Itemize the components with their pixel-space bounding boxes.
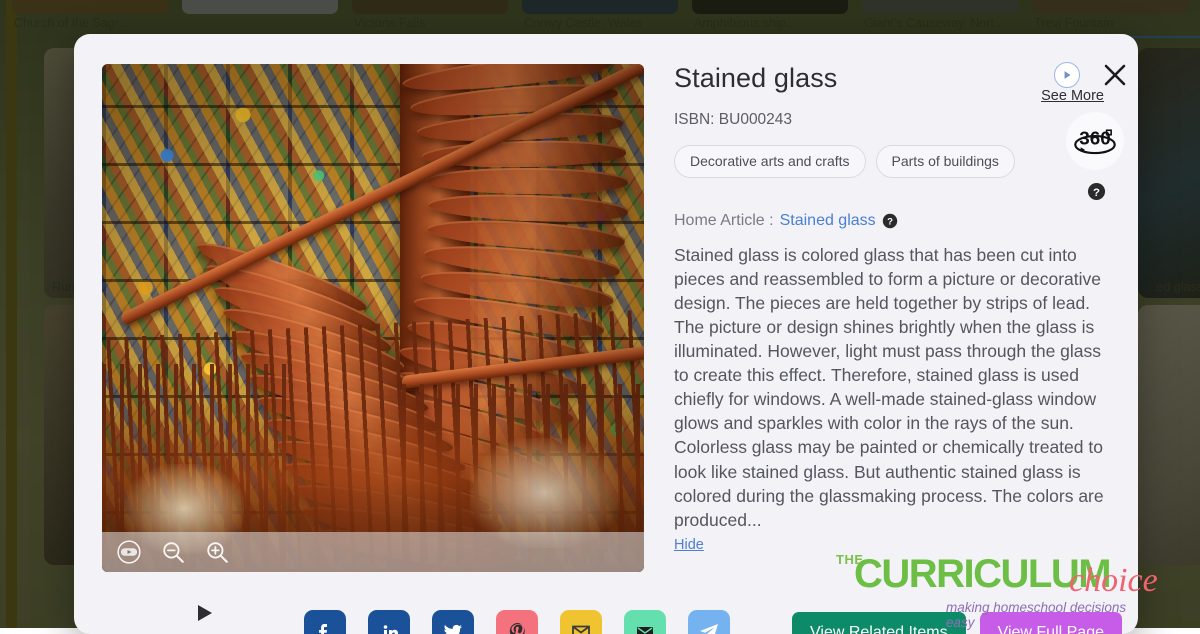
pinterest-icon bbox=[505, 619, 529, 634]
home-article-link[interactable]: Stained glass bbox=[780, 212, 876, 230]
share-button-row bbox=[304, 610, 730, 634]
category-chip-list: Decorative arts and crafts Parts of build… bbox=[674, 145, 1114, 178]
play-arrow-icon[interactable] bbox=[194, 602, 216, 624]
view-360-icon[interactable]: 360 bbox=[1066, 112, 1124, 170]
zoom-in-icon[interactable] bbox=[204, 539, 230, 565]
article-details-pane: Stained glass ISBN: BU000243 Decorative … bbox=[674, 64, 1114, 614]
see-more-link[interactable]: See More bbox=[1041, 88, 1104, 104]
home-article-row: Home Article : Stained glass ? bbox=[674, 212, 1114, 230]
action-button[interactable]: View Related Items bbox=[792, 612, 966, 634]
mail-icon bbox=[569, 619, 593, 634]
zoom-out-icon[interactable] bbox=[160, 539, 186, 565]
share-button-linkedin[interactable] bbox=[368, 610, 410, 634]
play-circle-icon[interactable] bbox=[1054, 62, 1080, 88]
play-triangle-icon bbox=[1060, 68, 1074, 82]
action-button[interactable]: View Full Page bbox=[980, 612, 1122, 634]
close-icon[interactable] bbox=[1100, 60, 1130, 90]
svg-text:?: ? bbox=[887, 216, 893, 227]
action-button-row: View Related Items View Full Page bbox=[792, 612, 1122, 634]
article-body-text: Stained glass is colored glass that has … bbox=[674, 243, 1104, 532]
help-icon[interactable]: ? bbox=[882, 213, 898, 229]
email-icon bbox=[633, 619, 657, 634]
360-degree-glyph: 360 bbox=[1069, 115, 1121, 167]
home-article-label: Home Article : bbox=[674, 212, 774, 230]
isbn-label: ISBN: BU000243 bbox=[674, 111, 1114, 129]
linkedin-icon bbox=[377, 619, 401, 634]
telegram-icon bbox=[697, 619, 721, 634]
facebook-icon bbox=[313, 619, 337, 634]
category-chip[interactable]: Decorative arts and crafts bbox=[674, 145, 866, 178]
share-button-twitter[interactable] bbox=[432, 610, 474, 634]
hide-link[interactable]: Hide bbox=[674, 537, 704, 553]
twitter-icon bbox=[441, 619, 465, 634]
help-icon[interactable]: ? bbox=[1087, 182, 1106, 201]
category-chip[interactable]: Parts of buildings bbox=[876, 145, 1015, 178]
share-button-pinterest[interactable] bbox=[496, 610, 538, 634]
share-button-telegram[interactable] bbox=[688, 610, 730, 634]
share-button-facebook[interactable] bbox=[304, 610, 346, 634]
play-video-icon[interactable] bbox=[116, 539, 142, 565]
image-viewer[interactable] bbox=[102, 64, 644, 572]
vignette bbox=[102, 64, 644, 572]
svg-text:?: ? bbox=[1093, 187, 1100, 199]
share-button-email[interactable] bbox=[624, 610, 666, 634]
image-toolbar bbox=[102, 532, 644, 572]
share-button-mail[interactable] bbox=[560, 610, 602, 634]
article-detail-modal: Stained glass ISBN: BU000243 Decorative … bbox=[74, 34, 1138, 634]
page-title: Stained glass bbox=[674, 64, 837, 94]
